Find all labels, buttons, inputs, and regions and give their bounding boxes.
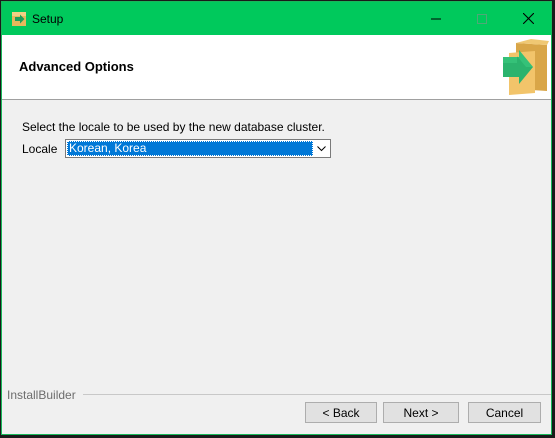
close-button[interactable] <box>505 2 551 35</box>
locale-prompt: Select the locale to be used by the new … <box>22 120 325 134</box>
page-header: Advanced Options <box>2 35 551 100</box>
page-title: Advanced Options <box>19 59 134 74</box>
chevron-down-icon[interactable] <box>314 141 329 156</box>
box-arrow-logo <box>491 39 551 97</box>
minimize-icon <box>431 18 441 19</box>
title-bar[interactable]: Setup <box>2 2 551 35</box>
window-title: Setup <box>32 12 64 26</box>
installer-arrow-icon <box>11 11 27 27</box>
minimize-button[interactable] <box>413 2 459 35</box>
locale-selected-value[interactable]: Korean, Korea <box>67 141 313 156</box>
installbuilder-brand: InstallBuilder <box>7 388 76 402</box>
maximize-button[interactable] <box>459 2 505 35</box>
back-button[interactable]: < Back <box>305 402 377 423</box>
cancel-button[interactable]: Cancel <box>468 402 541 423</box>
footer-divider <box>83 394 551 395</box>
locale-label: Locale <box>22 142 58 156</box>
maximize-icon <box>477 13 487 24</box>
close-icon <box>522 13 534 24</box>
setup-window: Setup Advanced Options Select the locale… <box>1 1 552 435</box>
locale-select[interactable]: Korean, Korea <box>65 139 331 158</box>
next-button[interactable]: Next > <box>383 402 459 423</box>
